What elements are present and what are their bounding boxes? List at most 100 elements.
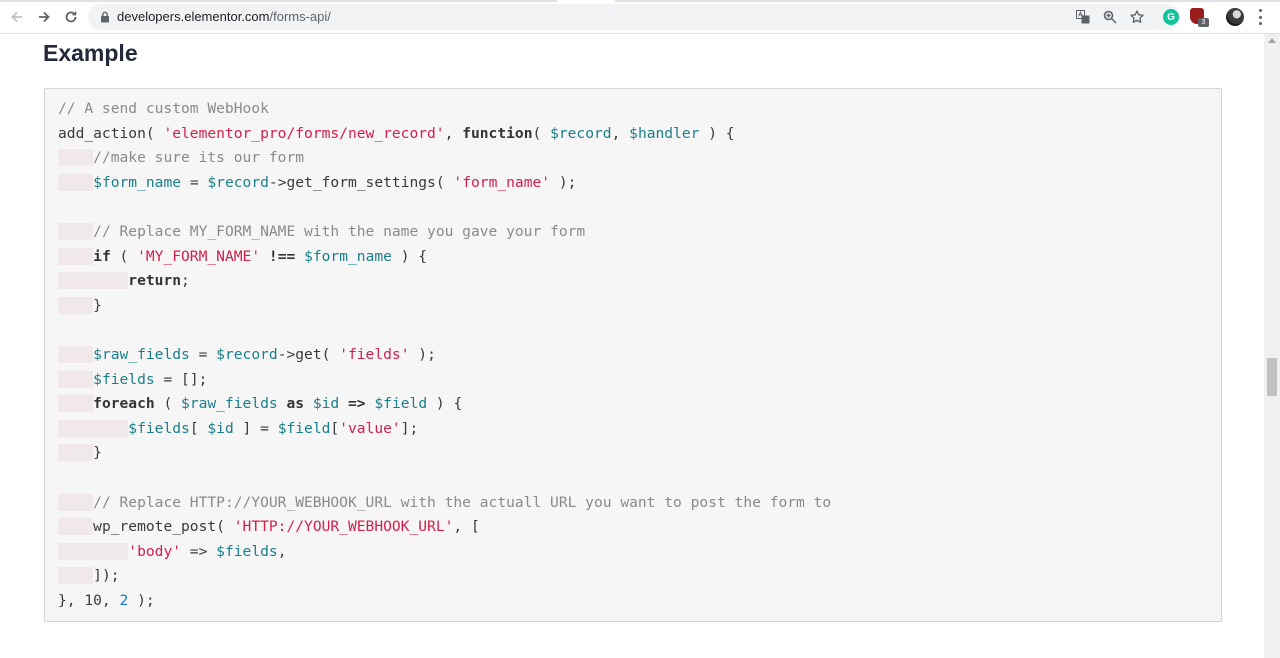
browser-toolbar: developers.elementor.com/forms-api/ G 3 (0, 0, 1280, 34)
code-token (58, 149, 94, 167)
code-line: return; (58, 269, 831, 294)
kebab-menu-icon[interactable] (1253, 9, 1267, 25)
code-token: 'body' (128, 542, 182, 560)
code-line: // Replace HTTP://YOUR_WEBHOOK_URL with … (58, 491, 831, 516)
code-token: $record (216, 345, 278, 363)
active-tab-indicator (557, 0, 615, 2)
arrow-left-icon (11, 11, 22, 23)
code-token: // Replace MY_FORM_NAME with the name yo… (93, 222, 586, 240)
code-token: $fields (93, 370, 155, 388)
code-token: $handler (629, 124, 700, 142)
scrollbar-thumb[interactable] (1267, 358, 1277, 396)
code-token: $form_name (93, 173, 182, 191)
code-token (58, 345, 94, 363)
code-token: wp_remote_post( (93, 518, 234, 536)
code-token: //make sure its our form (93, 149, 305, 167)
code-token: $raw_fields (93, 345, 190, 363)
code-token: ]; (400, 419, 419, 437)
lock-icon (101, 11, 109, 23)
code-token (58, 444, 94, 462)
code-token: } (93, 444, 102, 462)
code-token: ( (532, 124, 551, 142)
code-token (58, 518, 94, 536)
code-token (58, 370, 94, 388)
star-icon (1130, 10, 1144, 23)
vertical-scrollbar[interactable] (1264, 34, 1280, 658)
code-token: $record (207, 173, 269, 191)
code-line: $form_name = $record->get_form_settings(… (58, 171, 831, 196)
code-line: 'body' => $fields, (58, 540, 831, 565)
zoom-button[interactable] (1102, 9, 1118, 25)
code-token: ]); (93, 567, 120, 585)
code-token: = []; (154, 370, 208, 388)
code-token: , (611, 124, 630, 142)
code-token: => (348, 395, 366, 413)
code-token: foreach (93, 395, 155, 413)
code-token: => (181, 542, 217, 560)
code-token: = (181, 173, 208, 191)
code-token: $id (207, 419, 234, 437)
code-token: 'MY_FORM_NAME' (137, 247, 261, 265)
code-token: ( (110, 247, 138, 265)
code-token: 'value' (339, 419, 401, 437)
code-token: if (93, 247, 111, 265)
code-line: //make sure its our form (58, 146, 831, 171)
extension-badge: 3 (1198, 18, 1209, 27)
reload-button[interactable] (61, 7, 81, 27)
arrow-right-icon (39, 11, 50, 23)
code-line: // A send custom WebHook (58, 97, 831, 122)
url-host: developers.elementor.com (117, 9, 270, 24)
code-line: } (58, 441, 831, 466)
code-token: 'fields' (339, 345, 410, 363)
code-line: $fields[ $id ] = $field['value']; (58, 417, 831, 442)
tab-strip (0, 0, 1280, 2)
section-heading: Example (43, 40, 138, 66)
code-token: ) { (391, 247, 428, 265)
grammarly-extension-icon[interactable]: G (1163, 9, 1179, 25)
code-token: $fields (216, 542, 278, 560)
code-line: $raw_fields = $record->get( 'fields' ); (58, 343, 831, 368)
code-token: $form_name (304, 247, 392, 265)
code-token (58, 419, 129, 437)
code-line: ]); (58, 564, 831, 589)
code-token (58, 493, 94, 511)
code-token: ->get_form_settings( (268, 173, 454, 191)
translate-icon (1076, 10, 1090, 24)
code-token: 2 (119, 591, 129, 609)
code-token (58, 173, 94, 191)
forward-button[interactable] (34, 7, 54, 27)
code-token: $field (277, 419, 331, 437)
code-token: ); (550, 173, 577, 191)
bookmark-button[interactable] (1129, 9, 1145, 25)
code-line: foreach ( $raw_fields as $id => $field )… (58, 392, 831, 417)
code-line: }, 10, 2 ); (58, 589, 831, 614)
url-text[interactable]: developers.elementor.com/forms-api/ (117, 9, 331, 24)
code-token: }, 10, (58, 591, 120, 609)
code-token (58, 296, 94, 314)
code-token: [ (330, 419, 340, 437)
code-token (58, 247, 94, 265)
code-token: function (462, 124, 533, 142)
code-token (58, 222, 94, 240)
code-line: $fields = []; (58, 368, 831, 393)
code-token: $record (550, 124, 612, 142)
code-line: add_action( 'elementor_pro/forms/new_rec… (58, 122, 831, 147)
code-token: , [ (453, 518, 480, 536)
profile-avatar[interactable] (1226, 8, 1244, 26)
code-token: = (189, 345, 217, 363)
code-token: $raw_fields (181, 395, 278, 413)
code-token: as (286, 395, 305, 413)
scroll-up-arrow-icon[interactable] (1268, 38, 1276, 43)
code-line: if ( 'MY_FORM_NAME' !== $form_name ) { (58, 245, 831, 270)
code-token: ); (409, 345, 436, 363)
code-line: // Replace MY_FORM_NAME with the name yo… (58, 220, 831, 245)
code-token: 'form_name' (453, 173, 551, 191)
translate-button[interactable] (1075, 9, 1091, 25)
code-token: , (444, 124, 463, 142)
address-bar[interactable]: developers.elementor.com/forms-api/ (88, 4, 1180, 30)
back-button[interactable] (7, 7, 27, 27)
code-token: $field (374, 395, 428, 413)
